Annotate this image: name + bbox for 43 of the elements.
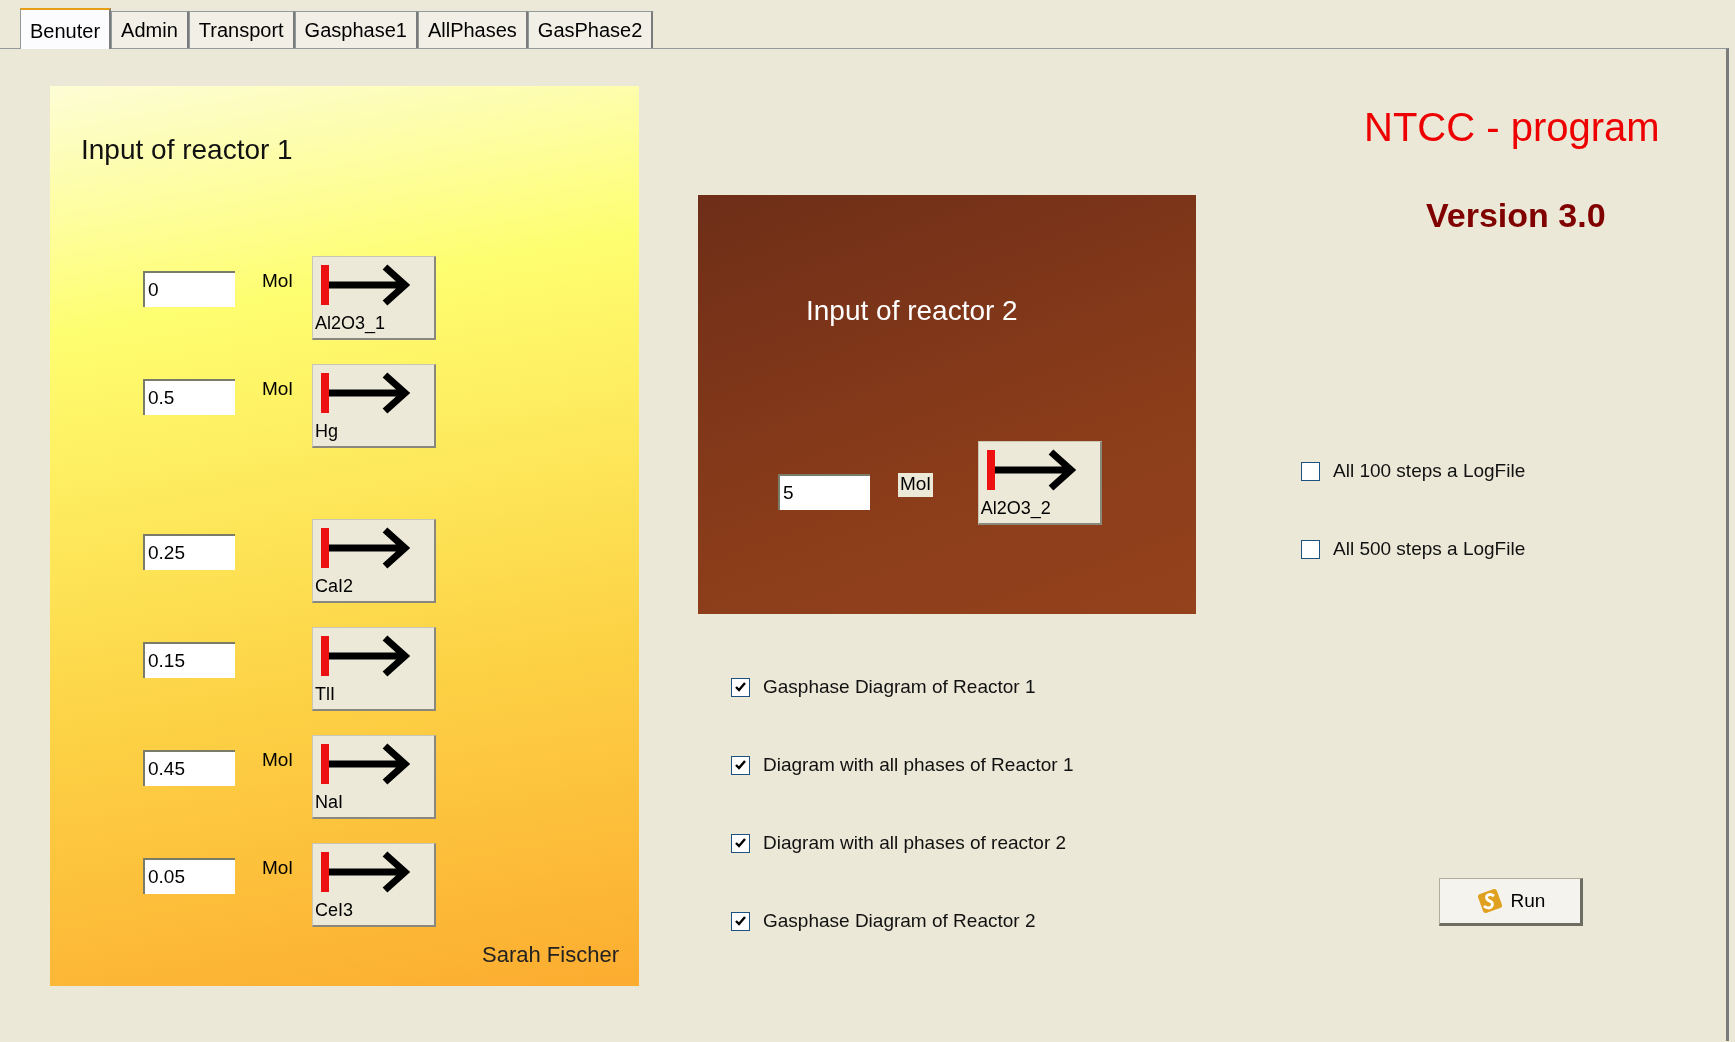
amount-field[interactable]: 0.05	[143, 858, 235, 894]
unit-label: Mol	[262, 857, 294, 880]
unit-label: Mol	[262, 270, 294, 293]
amount-field[interactable]: 5	[778, 474, 870, 510]
transfer-button[interactable]: TlI	[312, 627, 436, 711]
checkbox[interactable]: All 500 steps a LogFile	[1301, 538, 1726, 560]
version-label: Version 3.0	[1426, 196, 1607, 235]
transfer-button[interactable]: CeI3	[312, 843, 436, 927]
checkbox[interactable]: All 100 steps a LogFile	[1301, 460, 1726, 482]
amount-field[interactable]: 0.5	[143, 379, 235, 415]
app-title: NTCC - program	[1364, 105, 1661, 150]
amount-field[interactable]: 0.25	[143, 534, 235, 570]
checkbox-box[interactable]	[731, 911, 750, 931]
checkbox[interactable]: Diagram with all phases of Reactor 1	[731, 754, 1196, 776]
checkbox-box[interactable]	[731, 833, 750, 853]
transfer-button[interactable]: Al2O3_1	[312, 256, 436, 340]
panel-title: Input of reactor 2	[806, 295, 1019, 327]
amount-field[interactable]: 0.15	[143, 642, 235, 678]
transfer-button[interactable]: Hg	[312, 364, 436, 448]
transfer-button[interactable]: Al2O3_2	[977, 441, 1102, 525]
tab[interactable]: Benuter	[20, 8, 112, 49]
checkbox[interactable]: Gasphase Diagram of Reactor 1	[731, 676, 1196, 698]
checkbox-box[interactable]	[1301, 539, 1320, 559]
tab[interactable]: Admin	[111, 11, 189, 48]
tab[interactable]: Transport	[188, 11, 295, 48]
transfer-button[interactable]: CaI2	[312, 519, 436, 603]
checkbox-box[interactable]	[1301, 461, 1320, 481]
tab[interactable]: AllPhases	[417, 11, 528, 48]
tab[interactable]: GasPhase2	[527, 11, 654, 48]
author-name: Sarah Fischer	[482, 942, 619, 968]
amount-field[interactable]: 0.45	[143, 750, 235, 786]
transfer-button[interactable]: NaI	[312, 735, 436, 819]
checkbox[interactable]: Diagram with all phases of reactor 2	[731, 832, 1196, 854]
run-button[interactable]: Run	[1439, 878, 1583, 926]
amount-field[interactable]: 0	[143, 271, 235, 307]
unit-label: Mol	[262, 378, 294, 401]
panel-title: Input of reactor 1	[81, 134, 294, 166]
unit-label: Mol	[262, 749, 294, 772]
checkbox-box[interactable]	[731, 755, 750, 775]
unit-label: Mol	[898, 473, 933, 497]
tab[interactable]: Gasphase1	[294, 11, 418, 48]
checkbox-box[interactable]	[731, 677, 750, 697]
checkbox[interactable]: Gasphase Diagram of Reactor 2	[731, 910, 1196, 932]
